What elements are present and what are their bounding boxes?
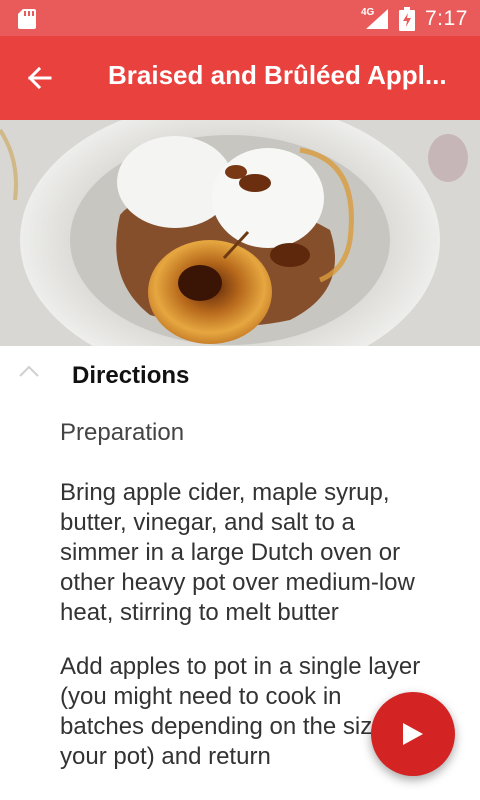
- signal-icon: [366, 9, 388, 29]
- play-icon: [403, 723, 423, 745]
- play-button[interactable]: [371, 692, 455, 776]
- section-title: Directions: [72, 362, 190, 389]
- arrow-back-icon[interactable]: [20, 58, 60, 98]
- direction-step: Bring apple cider, maple syrup, butter, …: [60, 479, 415, 626]
- sd-card-icon: [18, 9, 36, 29]
- status-bar: 4G 7:17: [0, 0, 480, 36]
- app-bar: Braised and Brûléed Appl...: [0, 36, 480, 120]
- directions-section-header[interactable]: Directions: [0, 346, 480, 408]
- directions-subtitle: Preparation: [60, 419, 185, 446]
- page-title: Braised and Brûléed Appl...: [108, 60, 447, 90]
- recipe-image: [0, 120, 480, 346]
- chevron-up-icon[interactable]: [18, 364, 40, 378]
- clock: 7:17: [425, 7, 468, 30]
- battery-icon: [399, 7, 415, 31]
